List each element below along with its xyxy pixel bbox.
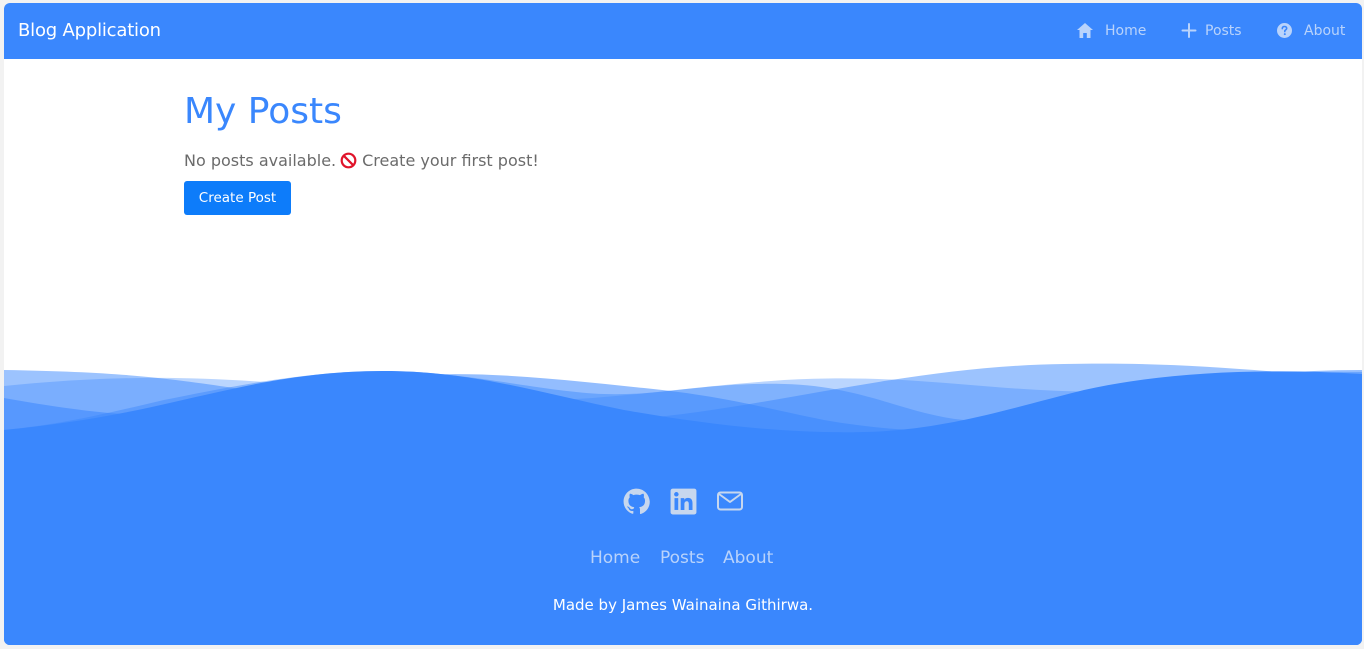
- footer-link-home[interactable]: Home: [590, 547, 640, 569]
- nav-home-label: Home: [1105, 23, 1147, 39]
- plus-icon: [1181, 23, 1197, 38]
- empty-state-message: No posts available. Create your first po…: [184, 150, 539, 172]
- top-navbar: Blog Application Home Posts About: [4, 3, 1362, 59]
- footer-social-icons: [4, 488, 1362, 518]
- github-icon[interactable]: [623, 488, 650, 515]
- empty-state-text: No posts available.: [184, 151, 337, 170]
- footer-link-posts[interactable]: Posts: [660, 547, 704, 569]
- empty-state-cta-text: Create your first post!: [362, 151, 539, 170]
- nav-about[interactable]: About: [1276, 21, 1356, 41]
- prohibited-icon: [340, 152, 357, 169]
- nav-about-label: About: [1304, 23, 1346, 39]
- footer-credit: Made by James Wainaina Githirwa.: [552, 596, 814, 614]
- nav-posts-label: Posts: [1205, 23, 1242, 39]
- question-circle-icon: [1277, 23, 1292, 38]
- footer: Home Posts About Made by James Wainaina …: [4, 358, 1362, 645]
- nav-posts[interactable]: Posts: [1181, 21, 1251, 41]
- home-icon: [1077, 23, 1093, 38]
- footer-link-about[interactable]: About: [723, 547, 773, 569]
- linkedin-icon[interactable]: [670, 488, 697, 515]
- page-title: My Posts: [184, 91, 342, 132]
- nav-home[interactable]: Home: [1076, 21, 1151, 41]
- footer-links: Home Posts About: [4, 547, 1362, 569]
- app-window: Blog Application Home Posts About My Pos…: [4, 3, 1362, 645]
- mail-icon[interactable]: [716, 488, 744, 515]
- brand-title[interactable]: Blog Application: [18, 19, 161, 43]
- create-post-button[interactable]: Create Post: [184, 181, 291, 215]
